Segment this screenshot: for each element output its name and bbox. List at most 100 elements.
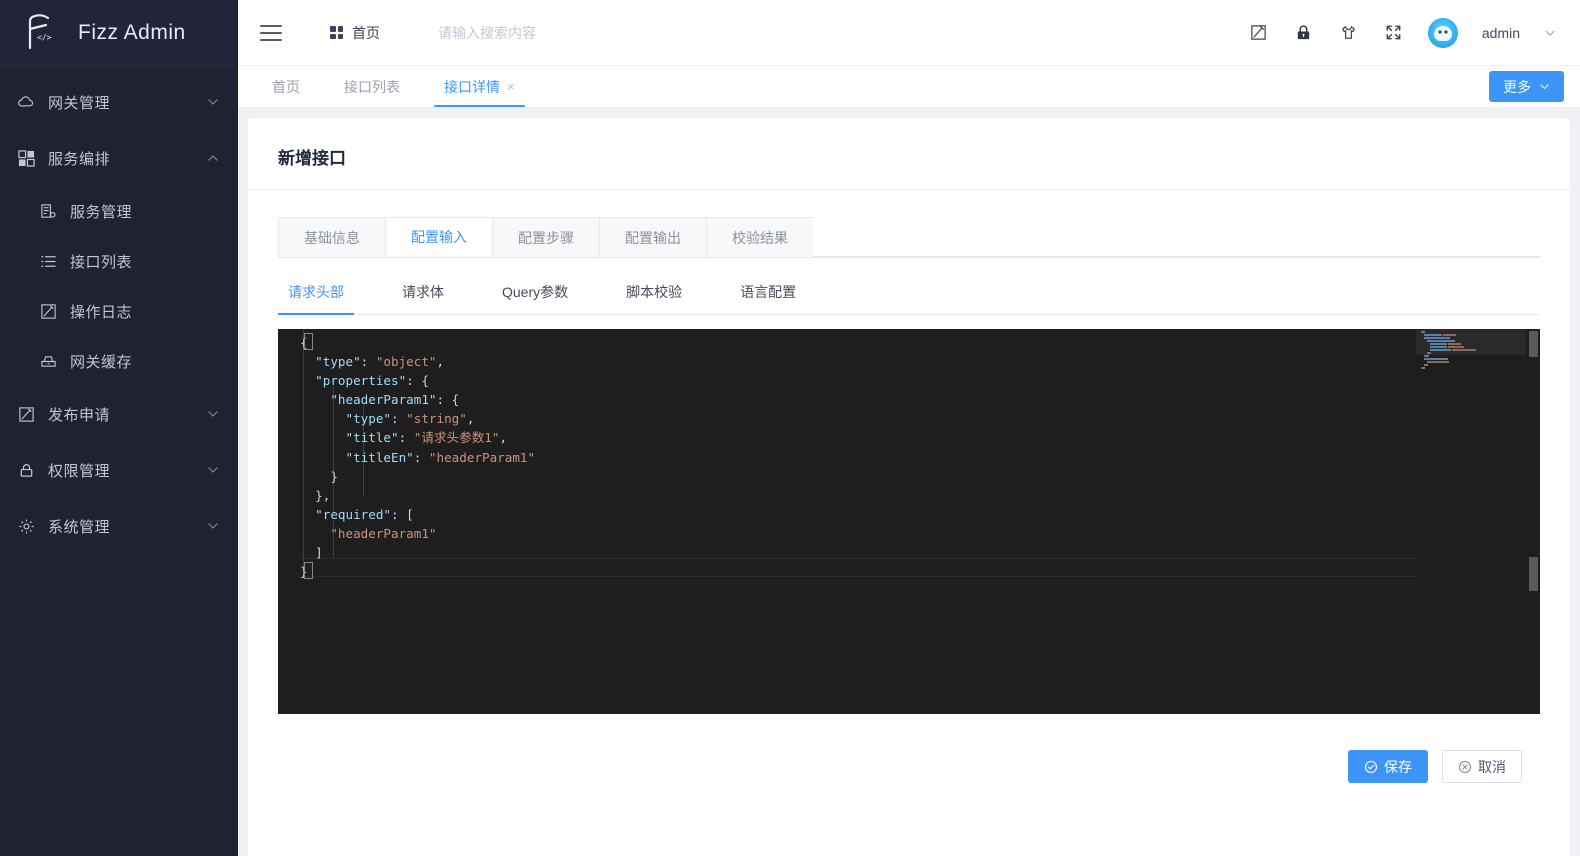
main-region: 首页 [238,0,1580,856]
sidebar: </> Fizz Admin 网关管理 [0,0,238,856]
editor-body[interactable]: { "type": "object", "properties": { "hea… [300,329,1540,714]
avatar[interactable] [1428,18,1458,48]
sidebar-item-service-orchestration[interactable]: 服务编排 [0,130,238,186]
save-button[interactable]: 保存 [1348,750,1428,783]
scrollbar-decoration [1529,557,1538,591]
content-area: 新增接口 基础信息 配置输入 配置步骤 配置输出 校验结果 请求头部 请求体 Q… [238,108,1580,856]
tab-label: 基础信息 [304,228,360,248]
json-code-editor[interactable]: { "type": "object", "properties": { "hea… [278,329,1540,714]
subtab-query-params[interactable]: Query参数 [492,268,578,314]
sidebar-label: 系统管理 [48,516,206,537]
sidebar-item-gateway-management[interactable]: 网关管理 [0,74,238,130]
top-bar-actions: admin [1248,18,1556,48]
svg-text:</>: </> [37,33,52,42]
sidebar-label: 发布申请 [48,404,206,425]
tab-config-output[interactable]: 配置输出 [599,217,706,257]
lock-icon [16,460,36,480]
sidebar-label: 服务管理 [70,201,238,222]
input-sub-tabs: 请求头部 请求体 Query参数 脚本校验 语言配置 [278,268,1540,315]
tab-interface-detail[interactable]: 接口详情 × [422,66,537,107]
subtab-language-config[interactable]: 语言配置 [730,268,806,314]
grid-icon [330,26,343,39]
chevron-down-icon [206,407,220,421]
fullscreen-icon[interactable] [1383,22,1404,43]
tab-validation-result[interactable]: 校验结果 [706,217,813,257]
theme-shirt-icon[interactable] [1338,22,1359,43]
sidebar-item-system-management[interactable]: 系统管理 [0,498,238,554]
editor-vertical-scrollbar[interactable] [1526,329,1540,714]
tab-config-steps[interactable]: 配置步骤 [492,217,599,257]
tab-basic-info[interactable]: 基础信息 [278,217,385,257]
config-tabs: 基础信息 配置输入 配置步骤 配置输出 校验结果 [278,217,1540,258]
sidebar-label: 网关缓存 [70,351,238,372]
check-circle-icon [1364,760,1378,774]
tab-config-input[interactable]: 配置输入 [385,217,492,257]
save-button-label: 保存 [1384,757,1412,777]
sidebar-label: 操作日志 [70,301,238,322]
breadcrumb-home-label: 首页 [352,23,380,43]
gear-icon [16,516,36,536]
sidebar-item-interface-list[interactable]: 接口列表 [0,236,238,286]
form-card: 新增接口 基础信息 配置输入 配置步骤 配置输出 校验结果 请求头部 请求体 Q… [248,118,1570,856]
editor-minimap[interactable] [1416,329,1526,714]
tab-interface-list[interactable]: 接口列表 [322,66,422,107]
breadcrumb-home[interactable]: 首页 [330,23,380,43]
pen-square-icon[interactable] [1248,22,1269,43]
chevron-down-icon [206,463,220,477]
sidebar-label: 服务编排 [48,148,206,169]
subtab-request-header[interactable]: 请求头部 [278,268,354,314]
close-icon[interactable]: × [507,80,515,93]
tab-label: 首页 [272,77,300,97]
sidebar-item-permission-management[interactable]: 权限管理 [0,442,238,498]
search-input[interactable] [438,25,698,41]
tab-home[interactable]: 首页 [250,66,322,107]
grid-blocks-icon [16,148,36,168]
tabs-filler [813,217,1540,257]
app-root: </> Fizz Admin 网关管理 [0,0,1580,856]
chevron-down-icon[interactable] [1544,27,1556,39]
cancel-button-label: 取消 [1478,757,1506,777]
minimap-slider[interactable] [1416,329,1526,355]
more-button-label: 更多 [1503,77,1531,97]
sidebar-brand[interactable]: </> Fizz Admin [0,0,238,66]
tab-label: 校验结果 [732,228,788,248]
sidebar-label: 接口列表 [70,251,238,272]
list-icon [38,251,58,271]
subtab-script-validation[interactable]: 脚本校验 [616,268,692,314]
subtab-label: Query参数 [502,284,568,300]
sidebar-item-publish-request[interactable]: 发布申请 [0,386,238,442]
subtab-label: 脚本校验 [626,284,682,300]
more-button[interactable]: 更多 [1489,71,1564,102]
sidebar-item-service-management[interactable]: 服务管理 [0,186,238,236]
fizz-f-code-logo-icon: </> [18,10,62,56]
sidebar-item-gateway-cache[interactable]: 网关缓存 [0,336,238,386]
top-bar: 首页 [238,0,1580,66]
brand-name: Fizz Admin [78,21,186,45]
tab-label: 配置输入 [411,227,467,247]
subtab-request-body[interactable]: 请求体 [392,268,454,314]
sidebar-label: 权限管理 [48,460,206,481]
log-edit-icon [38,301,58,321]
lock-icon[interactable] [1293,22,1314,43]
subtab-label: 请求头部 [288,284,344,300]
tab-label: 接口详情 [444,77,500,97]
sidebar-nav: 网关管理 服务编排 [0,66,238,554]
server-settings-icon [38,201,58,221]
sidebar-item-operation-log[interactable]: 操作日志 [0,286,238,336]
close-circle-icon [1458,760,1472,774]
editor-code[interactable]: { "type": "object", "properties": { "hea… [300,333,1540,581]
hamburger-icon[interactable] [260,25,282,41]
page-title: 新增接口 [248,144,1570,190]
scrollbar-thumb[interactable] [1529,331,1538,357]
tab-label: 接口列表 [344,77,400,97]
tab-label: 配置步骤 [518,228,574,248]
cache-icon [38,351,58,371]
tab-label: 配置输出 [625,228,681,248]
subtab-label: 语言配置 [740,284,796,300]
cloud-icon [16,92,36,112]
cancel-button[interactable]: 取消 [1442,750,1522,783]
form-actions: 保存 取消 [278,750,1540,783]
chevron-down-icon [206,519,220,533]
editor-gutter [278,329,300,714]
chevron-down-icon [206,95,220,109]
